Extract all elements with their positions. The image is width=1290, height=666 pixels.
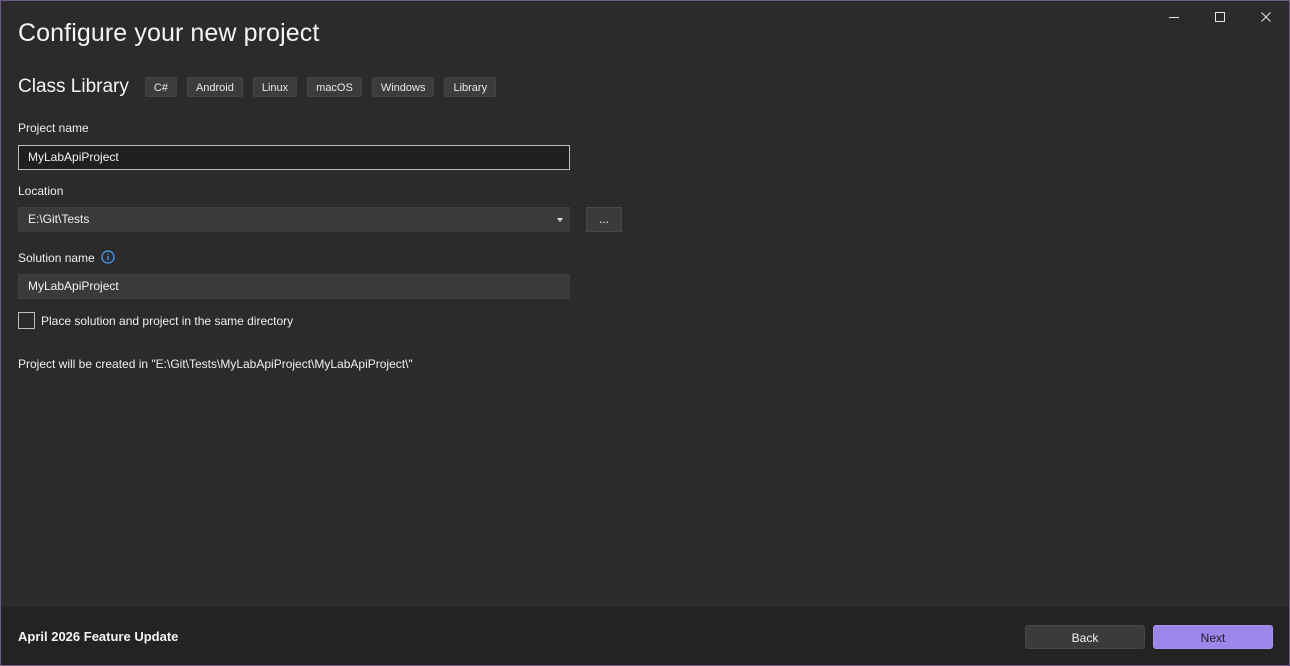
location-label: Location — [18, 184, 64, 198]
tag-library: Library — [444, 77, 497, 97]
same-directory-checkbox[interactable] — [18, 312, 35, 329]
info-icon[interactable] — [101, 250, 115, 264]
template-summary: Class Library C# Android Linux macOS Win… — [18, 76, 506, 98]
same-directory-label: Place solution and project in the same d… — [41, 314, 294, 328]
solution-name-input[interactable]: MyLabApiProject — [18, 274, 570, 299]
maximize-icon — [1215, 12, 1225, 22]
configure-project-window: Configure your new project Class Library… — [0, 0, 1290, 666]
tag-windows: Windows — [371, 77, 435, 97]
page-title: Configure your new project — [18, 19, 320, 47]
chevron-down-icon[interactable] — [557, 218, 563, 222]
tag-csharp: C# — [144, 77, 177, 97]
project-name-label: Project name — [18, 121, 89, 135]
solution-name-label: Solution name — [18, 251, 95, 265]
window-controls — [1151, 1, 1289, 33]
minimize-button[interactable] — [1151, 1, 1197, 33]
minimize-icon — [1169, 17, 1179, 18]
tag-android: Android — [186, 77, 243, 97]
maximize-button[interactable] — [1197, 1, 1243, 33]
template-name: Class Library — [18, 76, 129, 97]
close-icon — [1261, 12, 1271, 22]
location-value: E:\Git\Tests — [28, 212, 90, 226]
tag-linux: Linux — [252, 77, 298, 97]
tag-macos: macOS — [307, 77, 362, 97]
feature-update-label: April 2026 Feature Update — [18, 629, 179, 644]
footer-bar: April 2026 Feature Update Back Next — [1, 607, 1289, 665]
project-path-note: Project will be created in "E:\Git\Tests… — [18, 357, 413, 371]
location-combobox[interactable]: E:\Git\Tests — [18, 207, 570, 232]
browse-button[interactable]: ... — [586, 207, 622, 232]
back-button[interactable]: Back — [1025, 625, 1145, 649]
close-button[interactable] — [1243, 1, 1289, 33]
project-name-input[interactable]: MyLabApiProject — [18, 145, 570, 170]
next-button[interactable]: Next — [1153, 625, 1273, 649]
